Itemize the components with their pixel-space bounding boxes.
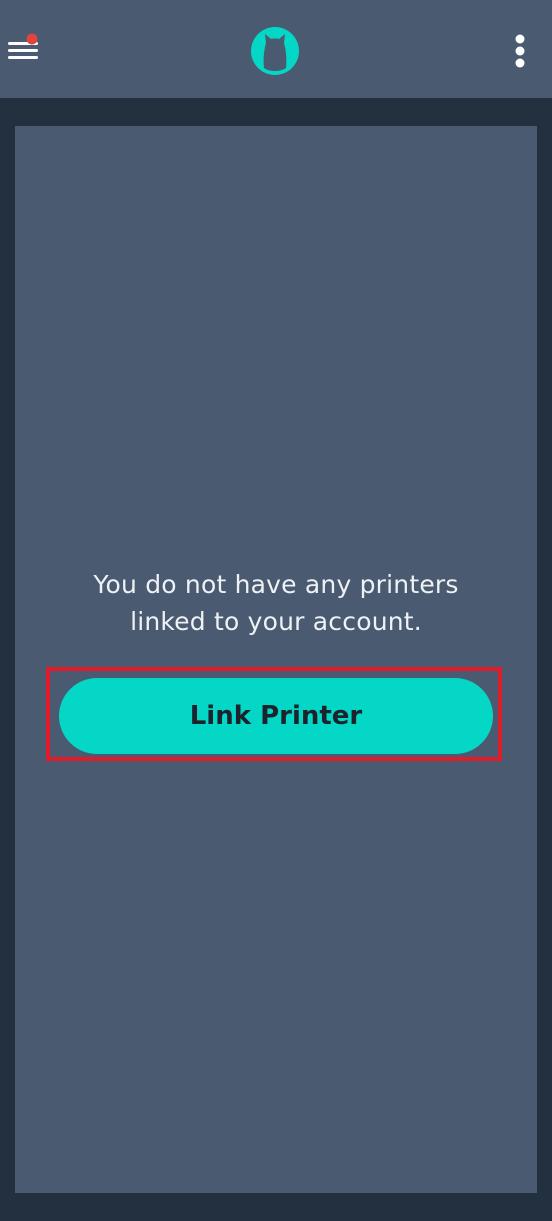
notification-dot (26, 33, 38, 45)
top-app-bar (0, 0, 552, 98)
empty-state-message: You do not have any printers linked to y… (15, 566, 537, 640)
more-options-button[interactable] (500, 30, 540, 74)
vertical-dots-icon (515, 34, 525, 68)
empty-state-line-1: You do not have any printers (93, 570, 459, 599)
menu-button[interactable] (4, 28, 48, 72)
app-screen: You do not have any printers linked to y… (0, 0, 552, 1221)
hamburger-menu-icon (8, 33, 38, 59)
app-logo (250, 26, 300, 76)
cat-logo-icon (251, 27, 299, 75)
printers-panel: You do not have any printers linked to y… (15, 126, 537, 1193)
empty-state-line-2: linked to your account. (130, 607, 422, 636)
link-printer-button[interactable]: Link Printer (59, 678, 493, 754)
